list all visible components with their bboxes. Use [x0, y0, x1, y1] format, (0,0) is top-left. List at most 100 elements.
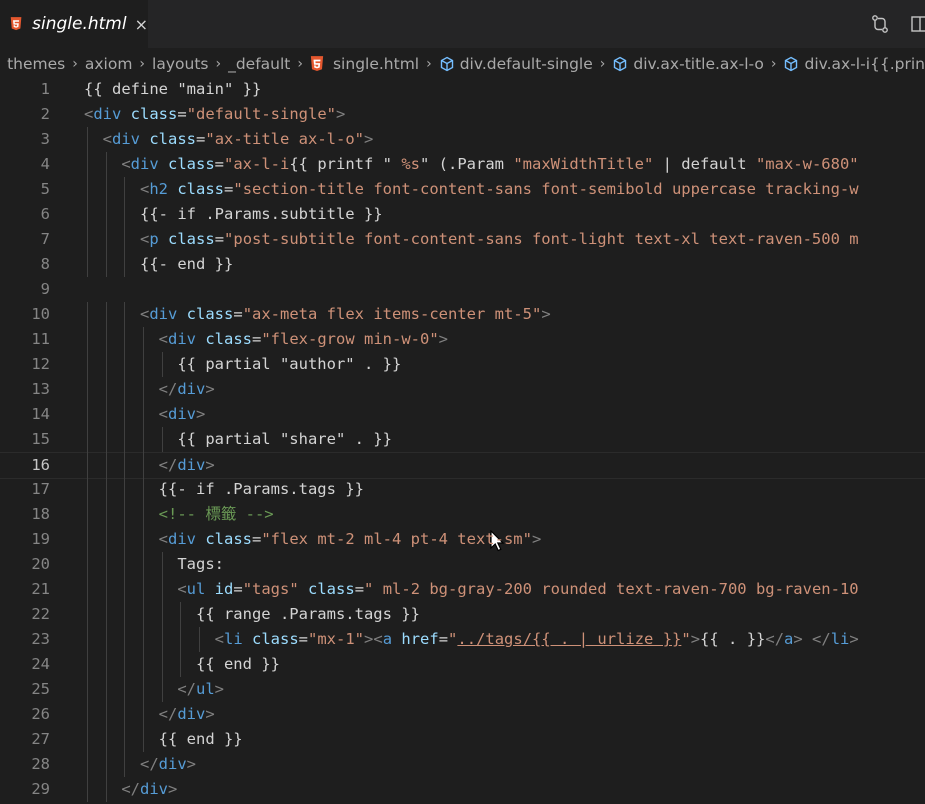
code-line[interactable]: 4 <div class="ax-l-i{{ printf " %s" (.Pa…: [0, 152, 925, 177]
breadcrumb-item-themes[interactable]: themes: [7, 55, 65, 73]
code-line[interactable]: 10 <div class="ax-meta flex items-center…: [0, 302, 925, 327]
code-token: div: [158, 755, 187, 773]
indent-guide: [124, 727, 126, 752]
code-line[interactable]: 24 {{ end }}: [0, 652, 925, 677]
code-token: div: [149, 305, 178, 323]
code-token: =: [214, 155, 225, 173]
indent-guide: [105, 527, 107, 552]
code-token: class: [196, 330, 252, 348]
breadcrumb-item-file[interactable]: single.html: [310, 55, 419, 73]
code-line[interactable]: 28 </div>: [0, 752, 925, 777]
breadcrumb-item-symbol[interactable]: div.default-single: [439, 55, 593, 73]
code-line[interactable]: 13 </div>: [0, 377, 925, 402]
indent-guide: [124, 477, 126, 502]
code-line[interactable]: 23 <li class="mx-1"><a href="../tags/{{ …: [0, 627, 925, 652]
code-token: id: [205, 580, 234, 598]
indent-guide: [142, 452, 144, 477]
code-line[interactable]: 14 <div>: [0, 402, 925, 427]
line-number: 8: [40, 255, 50, 273]
code-token: </: [140, 755, 159, 773]
code-line[interactable]: 3 <div class="ax-title ax-l-o">: [0, 127, 925, 152]
source-control-compare-icon[interactable]: [870, 14, 890, 34]
html5-icon: [10, 17, 22, 31]
code-line[interactable]: 1 {{ define "main" }}: [0, 77, 925, 102]
indent-guide: [124, 627, 126, 652]
code-line[interactable]: 11 <div class="flex-grow min-w-0">: [0, 327, 925, 352]
code-text: {{ range .Params.tags }}: [84, 602, 420, 627]
code-token: ../tags/{{ . | urlize }}: [457, 630, 682, 648]
code-token: class: [298, 580, 355, 598]
code-line[interactable]: 25 </ul>: [0, 677, 925, 702]
breadcrumb-label: axiom: [84, 55, 133, 73]
code-token: li: [224, 630, 243, 648]
indent-guide: [180, 602, 182, 627]
code-text: {{ partial "share" . }}: [84, 427, 392, 452]
breadcrumb-item-default[interactable]: _default: [228, 55, 290, 73]
code-text: <h2 class="section-title font-content-sa…: [84, 177, 859, 202]
breadcrumb-item-symbol[interactable]: div.ax-l-i{{.prin: [783, 55, 925, 73]
indent-guide: [105, 252, 107, 277]
indent-guide: [87, 677, 88, 702]
tab-single-html[interactable]: single.html ×: [0, 0, 148, 48]
close-icon[interactable]: ×: [135, 15, 148, 34]
code-line[interactable]: 12 {{ partial "author" . }}: [0, 352, 925, 377]
code-line[interactable]: 7 <p class="post-subtitle font-content-s…: [0, 227, 925, 252]
code-token: <: [140, 305, 150, 323]
code-token: </: [765, 630, 785, 648]
line-number: 21: [31, 580, 50, 598]
indent-guide: [87, 327, 88, 352]
indent-guide: [87, 302, 88, 327]
indent-guide: [124, 252, 126, 277]
code-line[interactable]: 6 {{- if .Params.subtitle }}: [0, 202, 925, 227]
code-line[interactable]: 21 <ul id="tags" class=" ml-2 bg-gray-20…: [0, 577, 925, 602]
indent-guide: [87, 627, 88, 652]
code-token: >: [849, 630, 859, 648]
code-line[interactable]: 8 {{- end }}: [0, 252, 925, 277]
code-line[interactable]: 26 </div>: [0, 702, 925, 727]
indent-guide: [142, 402, 144, 427]
code-token: >: [531, 530, 542, 548]
code-line[interactable]: 17 {{- if .Params.tags }}: [0, 477, 925, 502]
code-text: <div class="flex-grow min-w-0">: [84, 327, 448, 352]
code-token: >: [214, 680, 225, 698]
code-line[interactable]: 9: [0, 277, 925, 302]
code-token: =: [233, 305, 243, 323]
code-token: =: [252, 330, 262, 348]
code-line[interactable]: 16 </div>: [0, 452, 925, 479]
code-line[interactable]: 29 </div>: [0, 777, 925, 802]
code-text: </div>: [84, 752, 196, 777]
line-number: 25: [31, 680, 50, 698]
tab-label: single.html: [32, 14, 127, 34]
code-text: <ul id="tags" class=" ml-2 bg-gray-200 r…: [84, 577, 858, 602]
line-number: 20: [31, 555, 50, 573]
code-line[interactable]: 20 Tags:: [0, 552, 925, 577]
breadcrumb-item-axiom[interactable]: axiom: [85, 55, 133, 73]
indent-guide: [87, 552, 88, 577]
element-symbol-icon: [785, 56, 798, 72]
indent-guide: [142, 527, 144, 552]
indent-guide: [105, 577, 107, 602]
line-number: 6: [40, 205, 50, 223]
breadcrumb-item-symbol[interactable]: div.ax-title.ax-l-o: [612, 55, 764, 73]
breadcrumb-item-layouts[interactable]: layouts: [152, 55, 208, 73]
code-token: <: [102, 130, 113, 148]
code-editor[interactable]: 1{{ define "main" }} 2 <div class="default…: [0, 80, 925, 804]
code-line[interactable]: 22 {{ range .Params.tags }}: [0, 602, 925, 627]
code-token: </: [158, 456, 178, 474]
code-line[interactable]: 15 {{ partial "share" . }}: [0, 427, 925, 452]
code-line[interactable]: 18 <!-- 標籤 -->: [0, 502, 925, 527]
code-line[interactable]: 27 {{ end }}: [0, 727, 925, 752]
code-line[interactable]: 5 <h2 class="section-title font-content-…: [0, 177, 925, 202]
line-number: 4: [40, 155, 50, 173]
code-token: {{ end }}: [84, 730, 243, 748]
code-line[interactable]: 2 <div class="default-single">: [0, 102, 925, 127]
code-token: "flex-grow min-w-0": [261, 330, 439, 348]
code-line[interactable]: 19 <div class="flex mt-2 ml-4 pt-4 text-…: [0, 527, 925, 552]
split-editor-icon[interactable]: [910, 14, 925, 34]
vscode-window: single.html × themes › axiom › layouts ›…: [0, 0, 925, 804]
